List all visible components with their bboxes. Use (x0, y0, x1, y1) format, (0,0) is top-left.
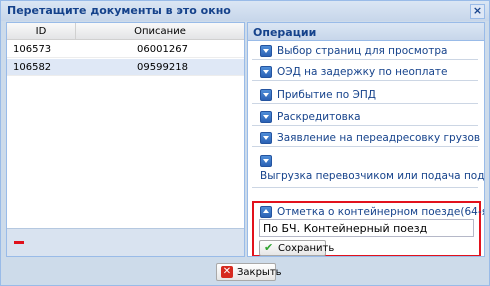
operations-list: Выбор страниц для просмотра ОЭД на задер… (248, 42, 484, 256)
operation-label: Раскредитовка (277, 111, 361, 123)
close-button[interactable]: ✕ Закрыть (216, 263, 282, 281)
chevron-down-icon[interactable] (260, 89, 272, 101)
documents-grid: ID Описание 106573 06001267 106582 09599… (6, 22, 245, 257)
chevron-down-icon[interactable] (260, 66, 272, 78)
close-button-label: Закрыть (237, 267, 282, 278)
chevron-down-icon[interactable] (260, 111, 272, 123)
operation-item[interactable]: Выгрузка перевозчиком или подача под выг… (252, 153, 484, 188)
chevron-up-icon[interactable] (260, 206, 272, 218)
cell-id: 106573 (13, 44, 52, 55)
operation-item[interactable]: Прибытие по ЭПД (252, 87, 478, 104)
dialog-title: Перетащите документы в это окно (7, 4, 231, 17)
save-button-label: Сохранить (278, 243, 335, 254)
table-row[interactable]: 106582 09599218 (7, 59, 244, 76)
operations-header: Операции (248, 23, 484, 41)
operations-title: Операции (253, 26, 317, 39)
column-header-description[interactable]: Описание (76, 26, 244, 37)
grid-toolbar (7, 228, 244, 256)
cell-description: 09599218 (137, 62, 188, 73)
grid-header: ID Описание (7, 23, 244, 40)
cell-description: 06001267 (137, 44, 188, 55)
operation-label: Отметка о контейнерном поезде(64-я графа… (277, 206, 484, 218)
drop-documents-dialog: Перетащите документы в это окно × ID Опи… (0, 0, 490, 286)
close-icon: ✕ (221, 266, 233, 278)
operation-label: Выгрузка перевозчиком или подача под выг… (260, 170, 484, 182)
operation-label: Выбор страниц для просмотра (277, 45, 448, 57)
chevron-down-icon[interactable] (260, 132, 272, 144)
chevron-down-icon[interactable] (260, 45, 272, 57)
close-icon[interactable]: × (470, 4, 485, 19)
remove-icon[interactable] (14, 241, 24, 244)
checkmark-icon: ✔ (264, 241, 274, 254)
operation-item[interactable]: ОЭД на задержку по неоплате (252, 64, 478, 81)
container-train-input[interactable]: По БЧ. Контейнерный поезд (259, 219, 474, 237)
operations-panel: Операции Выбор страниц для просмотра ОЭД… (247, 22, 485, 257)
save-button[interactable]: ✔ Сохранить (259, 240, 334, 256)
operation-item[interactable]: Раскредитовка (252, 109, 478, 126)
column-header-id[interactable]: ID (7, 26, 75, 37)
operation-label: Заявление на переадресовку грузов (277, 132, 481, 144)
operation-label: ОЭД на задержку по неоплате (277, 66, 448, 78)
operation-label: Прибытие по ЭПД (277, 89, 376, 101)
dialog-titlebar: Перетащите документы в это окно × (1, 1, 489, 21)
operation-item[interactable]: Заявление на переадресовку грузов (252, 130, 481, 147)
cell-id: 106582 (13, 62, 52, 73)
chevron-down-icon[interactable] (260, 155, 272, 167)
operation-item[interactable]: Выбор страниц для просмотра (252, 43, 478, 60)
table-row[interactable]: 106573 06001267 (7, 41, 244, 58)
